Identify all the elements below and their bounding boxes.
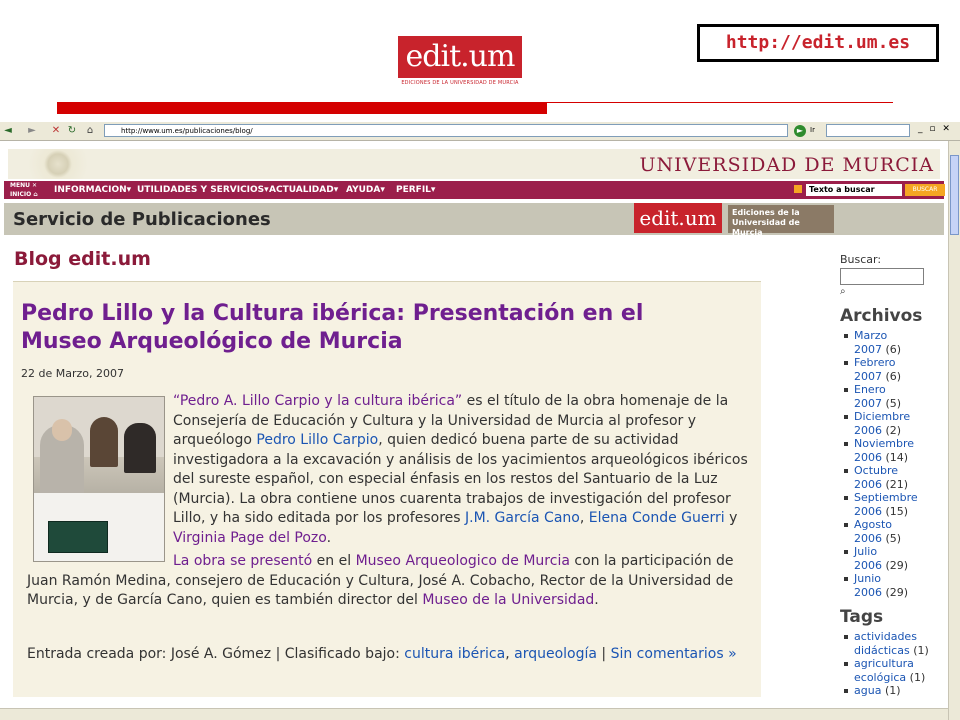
post-date: 22 de Marzo, 2007 xyxy=(21,367,124,380)
post-photo[interactable] xyxy=(33,396,165,562)
archive-link[interactable]: Junio 2006 xyxy=(854,572,882,599)
forward-icon[interactable]: ► xyxy=(26,125,38,137)
comments-link[interactable]: Sin comentarios » xyxy=(611,646,737,662)
photo-person xyxy=(90,417,118,467)
archive-item: Octubre 2006 (21) xyxy=(840,464,946,491)
address-bar[interactable]: http://www.um.es/publicaciones/blog/ xyxy=(104,124,788,137)
photo-person xyxy=(124,423,156,473)
archive-list: Marzo 2007 (6) Febrero 2007 (6) Enero 2007 … xyxy=(840,329,946,599)
window-controls-icon[interactable]: _ ▫ ✕ xyxy=(918,124,952,134)
web-page: UNIVERSIDAD DE MURCIA MENU ✕ INICIO ⌂ IN… xyxy=(0,141,948,708)
browser-toolbar: ◄ ► ✕ ↻ ⌂ http://www.um.es/publicaciones… xyxy=(0,122,960,141)
archive-item: Agosto 2006 (5) xyxy=(840,518,946,545)
archive-link[interactable]: Diciembre 2006 xyxy=(854,410,910,437)
tag-item: actividades didácticas (1) xyxy=(840,630,946,657)
slide-header: edit.um EDICIONES DE LA UNIVERSIDAD DE M… xyxy=(0,0,960,122)
tag-arqueologia[interactable]: arqueología xyxy=(514,646,597,662)
nav-utilidades[interactable]: UTILIDADES Y SERVICIOS▾ xyxy=(137,181,269,199)
service-bar: Servicio de Publicaciones edit.um Edicio… xyxy=(4,203,944,237)
link-page-del-pozo[interactable]: Virginia Page del Pozo xyxy=(173,530,327,546)
link-book-title[interactable]: “Pedro A. Lillo Carpio y la cultura ibér… xyxy=(173,393,462,409)
archive-item: Febrero 2007 (6) xyxy=(840,356,946,383)
go-icon[interactable]: ► xyxy=(794,125,806,137)
archive-item: Julio 2006 (29) xyxy=(840,545,946,572)
search-button[interactable]: BUSCAR xyxy=(905,184,945,196)
horizontal-scrollbar[interactable] xyxy=(0,708,948,720)
nav-perfil[interactable]: PERFIL▾ xyxy=(396,181,435,199)
archivos-heading: Archivos xyxy=(840,306,923,326)
sidebar-search-label: Buscar: xyxy=(840,253,882,266)
go-label[interactable]: Ir xyxy=(810,126,815,134)
editum-logo-text: edit.um xyxy=(398,36,522,78)
tags-heading: Tags xyxy=(840,607,884,627)
link-garcia-cano[interactable]: J.M. García Cano xyxy=(465,510,580,526)
archive-link[interactable]: Enero 2007 xyxy=(854,383,886,410)
nav-informacion[interactable]: INFORMACION▾ xyxy=(54,181,131,199)
editum-logo: edit.um EDICIONES DE LA UNIVERSIDAD DE M… xyxy=(398,36,522,86)
archive-link[interactable]: Marzo 2007 xyxy=(854,329,887,356)
link-presentacion[interactable]: La obra se presentó xyxy=(173,553,312,569)
search-icon xyxy=(794,185,802,193)
nav-ayuda[interactable]: AYUDA▾ xyxy=(346,181,385,199)
link-museo-universidad[interactable]: Museo de la Universidad xyxy=(422,592,594,608)
link-lillo[interactable]: Pedro Lillo Carpio xyxy=(256,432,378,448)
archive-item: Marzo 2007 (6) xyxy=(840,329,946,356)
archive-item: Diciembre 2006 (2) xyxy=(840,410,946,437)
scrollbar-thumb[interactable] xyxy=(950,155,959,235)
editum-logo-subtitle: EDICIONES DE LA UNIVERSIDAD DE MURCIA xyxy=(401,80,519,86)
vertical-scrollbar[interactable] xyxy=(948,141,960,720)
tag-list: actividades didácticas (1) agricultura eco… xyxy=(840,630,946,698)
archive-item: Noviembre 2006 (14) xyxy=(840,437,946,464)
tag-link[interactable]: actividades didácticas xyxy=(854,630,917,657)
post-title[interactable]: Pedro Lillo y la Cultura ibérica: Presen… xyxy=(21,300,721,356)
tag-link[interactable]: agricultura ecológica xyxy=(854,657,914,684)
um-nav: MENU ✕ INICIO ⌂ INFORMACION▾ UTILIDADES … xyxy=(4,181,945,199)
sidebar-search-input[interactable] xyxy=(840,268,924,285)
red-rule xyxy=(547,102,893,103)
um-title: UNIVERSIDAD DE MURCIA xyxy=(639,154,934,176)
stop-icon[interactable]: ✕ xyxy=(50,125,62,137)
back-icon[interactable]: ◄ xyxy=(2,125,14,137)
nav-actualidad[interactable]: ACTUALIDAD▾ xyxy=(269,181,338,199)
post-footer: Entrada creada por: José A. Gómez | Clas… xyxy=(27,646,737,662)
service-logo-subtitle: Ediciones de la Universidad de Murcia xyxy=(728,205,834,237)
service-logo[interactable]: edit.um xyxy=(634,203,722,233)
menu-label: MENU xyxy=(10,182,30,189)
um-crest-icon xyxy=(8,149,108,179)
archive-item: Septiembre 2006 (15) xyxy=(840,491,946,518)
site-url: http://edit.um.es xyxy=(697,24,939,62)
post-paragraph-1: “Pedro A. Lillo Carpio y la cultura ibér… xyxy=(173,393,748,546)
link-museo-arqueologico[interactable]: Museo Arqueologico de Murcia xyxy=(356,553,570,569)
tag-item: agricultura ecológica (1) xyxy=(840,657,946,684)
toolbar-search-input[interactable] xyxy=(826,124,910,137)
menu-box[interactable]: MENU ✕ INICIO ⌂ xyxy=(6,181,48,199)
archive-item: Junio 2006 (29) xyxy=(840,572,946,599)
link-conde-guerri[interactable]: Elena Conde Guerri xyxy=(589,510,725,526)
post-paragraph-2: La obra se presentó en el Museo Arqueolo… xyxy=(27,553,734,608)
red-bar xyxy=(57,102,547,114)
tag-item: agua (1) xyxy=(840,684,946,698)
blog-title[interactable]: Blog edit.um xyxy=(14,248,151,270)
refresh-icon[interactable]: ↻ xyxy=(66,125,78,137)
blog-post: Pedro Lillo y la Cultura ibérica: Presen… xyxy=(13,281,761,697)
tag-link[interactable]: agua xyxy=(854,684,881,697)
service-title: Servicio de Publicaciones xyxy=(13,209,271,230)
inicio-label[interactable]: INICIO xyxy=(10,191,31,198)
site-search-input[interactable]: Texto a buscar xyxy=(806,184,902,196)
archive-item: Enero 2007 (5) xyxy=(840,383,946,410)
sidebar: Buscar: ⌕ Archivos Marzo 2007 (6) Febrero… xyxy=(840,253,946,698)
photo-book xyxy=(48,521,108,553)
home-icon[interactable]: ⌂ xyxy=(84,125,96,137)
search-icon[interactable]: ⌕ xyxy=(840,286,946,298)
tag-cultura-iberica[interactable]: cultura ibérica xyxy=(404,646,505,662)
photo-head xyxy=(52,419,72,441)
um-header: UNIVERSIDAD DE MURCIA xyxy=(8,149,940,179)
archive-link[interactable]: Julio 2006 xyxy=(854,545,882,572)
